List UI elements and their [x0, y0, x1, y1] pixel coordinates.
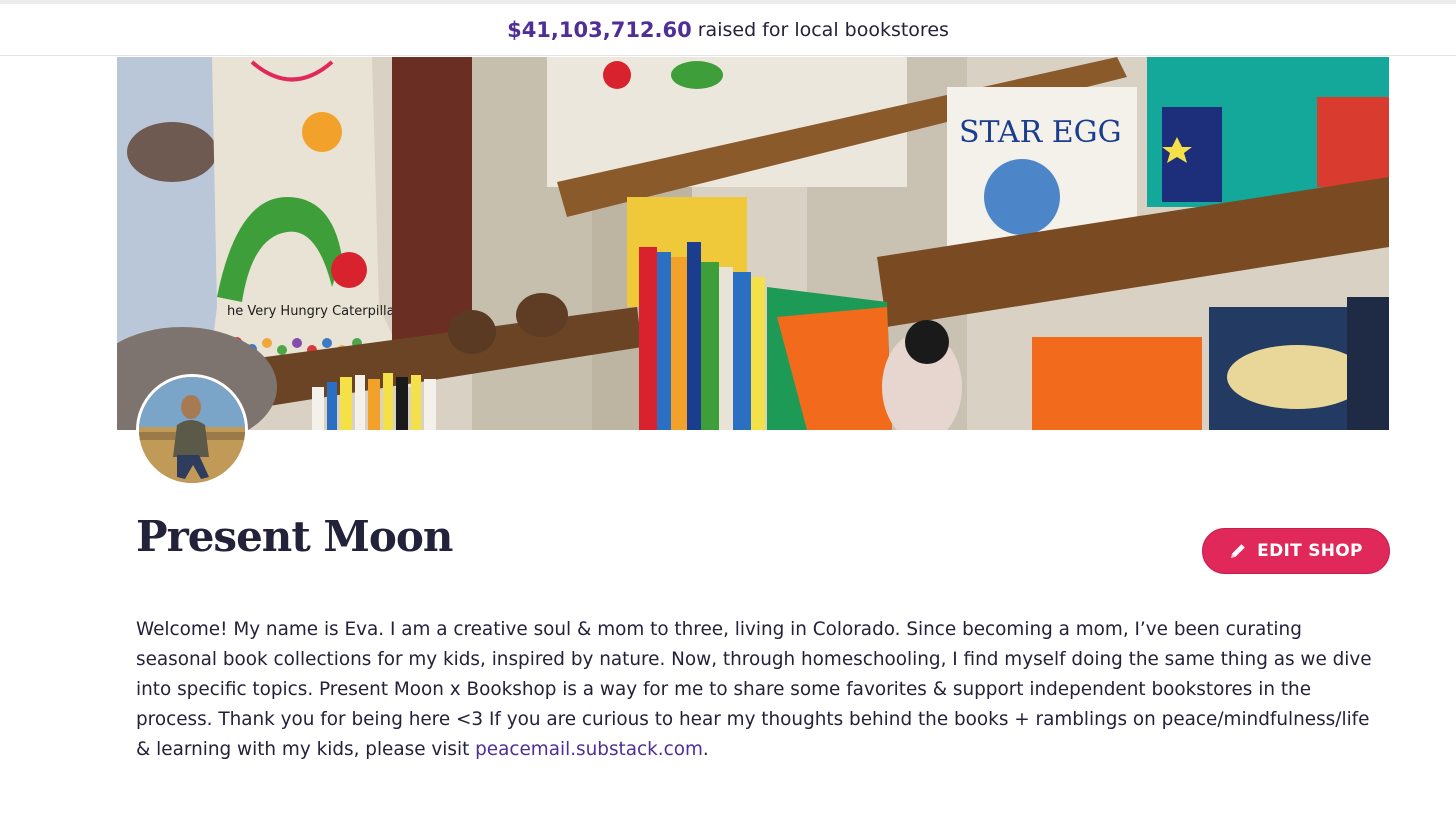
shop-bio: Welcome! My name is Eva. I am a creative…: [136, 615, 1376, 765]
pencil-icon: [1229, 542, 1247, 560]
raised-amount: $41,103,712.60: [507, 17, 692, 42]
shop-avatar: [136, 374, 248, 486]
shop-banner-image: he Very Hungry Caterpillar STAR EGG: [117, 57, 1389, 430]
bio-link[interactable]: peacemail.substack.com: [475, 739, 703, 760]
raised-banner: $41,103,712.60 raised for local bookstor…: [0, 4, 1456, 56]
edit-shop-button[interactable]: EDIT SHOP: [1202, 528, 1390, 574]
shop-title: Present Moon: [136, 512, 453, 561]
bio-text: Welcome! My name is Eva. I am a creative…: [136, 619, 1372, 760]
raised-text: raised for local bookstores: [697, 18, 949, 41]
bio-end: .: [702, 739, 709, 760]
caterpillar-caption: he Very Hungry Caterpillar: [227, 304, 401, 319]
star-egg-title: STAR EGG: [959, 115, 1122, 150]
edit-shop-label: EDIT SHOP: [1257, 541, 1363, 561]
